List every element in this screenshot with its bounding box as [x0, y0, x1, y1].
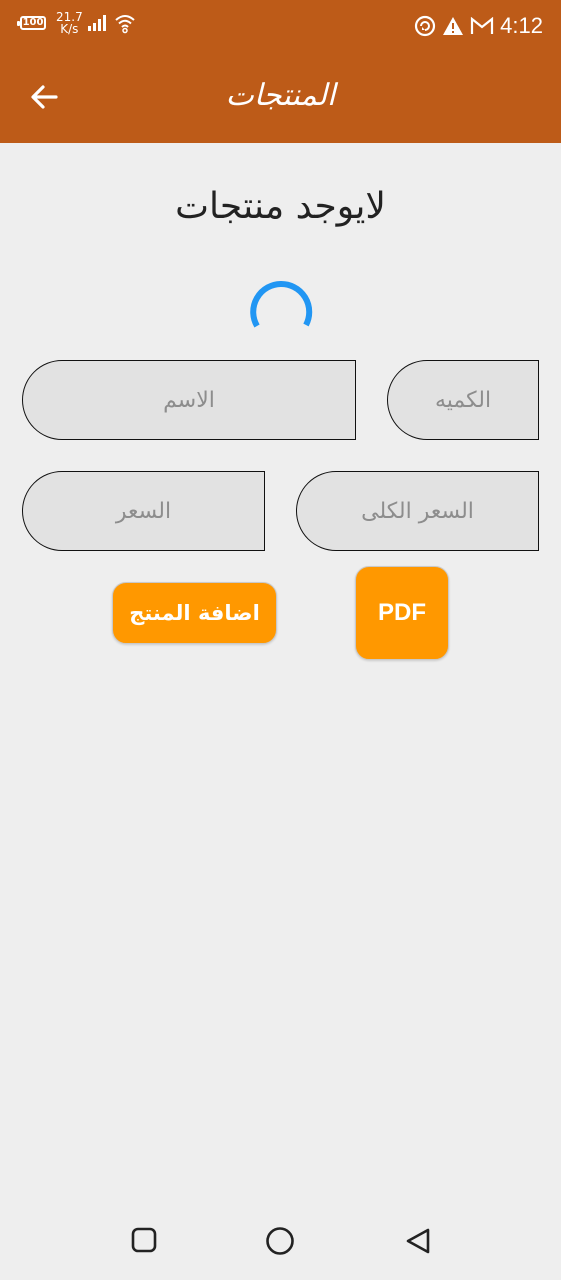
wifi-icon [115, 15, 135, 34]
status-right-group: 4:12 [414, 13, 543, 39]
page-title: المنتجات [225, 78, 336, 113]
app-bar: المنتجات [0, 52, 561, 143]
empty-products-message: لايوجد منتجات [175, 186, 386, 227]
gmail-icon [471, 17, 494, 34]
navigation-bar [0, 1204, 561, 1280]
add-product-button[interactable]: اضافة المنتج [112, 582, 277, 644]
price-input[interactable] [22, 471, 265, 551]
loading-spinner [250, 281, 313, 328]
back-triangle-icon[interactable] [404, 1226, 432, 1256]
status-bar: 100 21.7 K/s 4:12 [0, 0, 561, 52]
name-input[interactable] [22, 360, 356, 440]
quantity-input[interactable] [387, 360, 539, 440]
total-price-input[interactable] [296, 471, 539, 551]
pdf-button[interactable]: PDF [355, 566, 449, 660]
recents-square-icon[interactable] [130, 1226, 158, 1254]
warning-icon [443, 17, 464, 35]
battery-icon: 100 [17, 16, 46, 30]
network-speed: 21.7 K/s [56, 11, 83, 35]
sync-icon [415, 15, 436, 37]
home-circle-icon[interactable] [264, 1225, 296, 1257]
network-speed-unit: K/s [60, 22, 79, 36]
signal-icon [88, 15, 106, 31]
status-time: 4:12 [500, 13, 543, 38]
battery-level: 100 [22, 17, 44, 28]
